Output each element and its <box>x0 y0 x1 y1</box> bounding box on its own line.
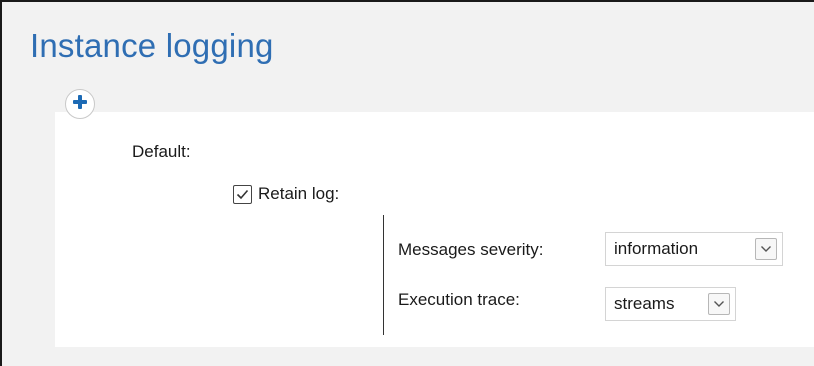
retain-log-checkbox[interactable] <box>233 184 252 204</box>
messages-severity-select[interactable]: information <box>605 232 783 266</box>
checkmark-icon <box>236 189 249 199</box>
execution-trace-label: Execution trace: <box>398 290 520 309</box>
indent-divider <box>383 215 384 335</box>
chevron-down-icon[interactable] <box>755 238 777 260</box>
retain-log-label: Retain log: <box>258 184 340 203</box>
execution-trace-select[interactable]: streams <box>605 287 736 321</box>
messages-severity-label: Messages severity: <box>398 240 544 259</box>
page-title: Instance logging <box>30 27 274 64</box>
add-button[interactable] <box>65 89 95 119</box>
default-label: Default: <box>132 142 191 161</box>
chevron-down-icon[interactable] <box>708 293 730 315</box>
execution-trace-value: streams <box>614 294 675 313</box>
retain-log-checkbox-row[interactable]: Retain log: <box>233 184 339 204</box>
messages-severity-value: information <box>614 239 699 258</box>
plus-icon <box>72 94 88 115</box>
